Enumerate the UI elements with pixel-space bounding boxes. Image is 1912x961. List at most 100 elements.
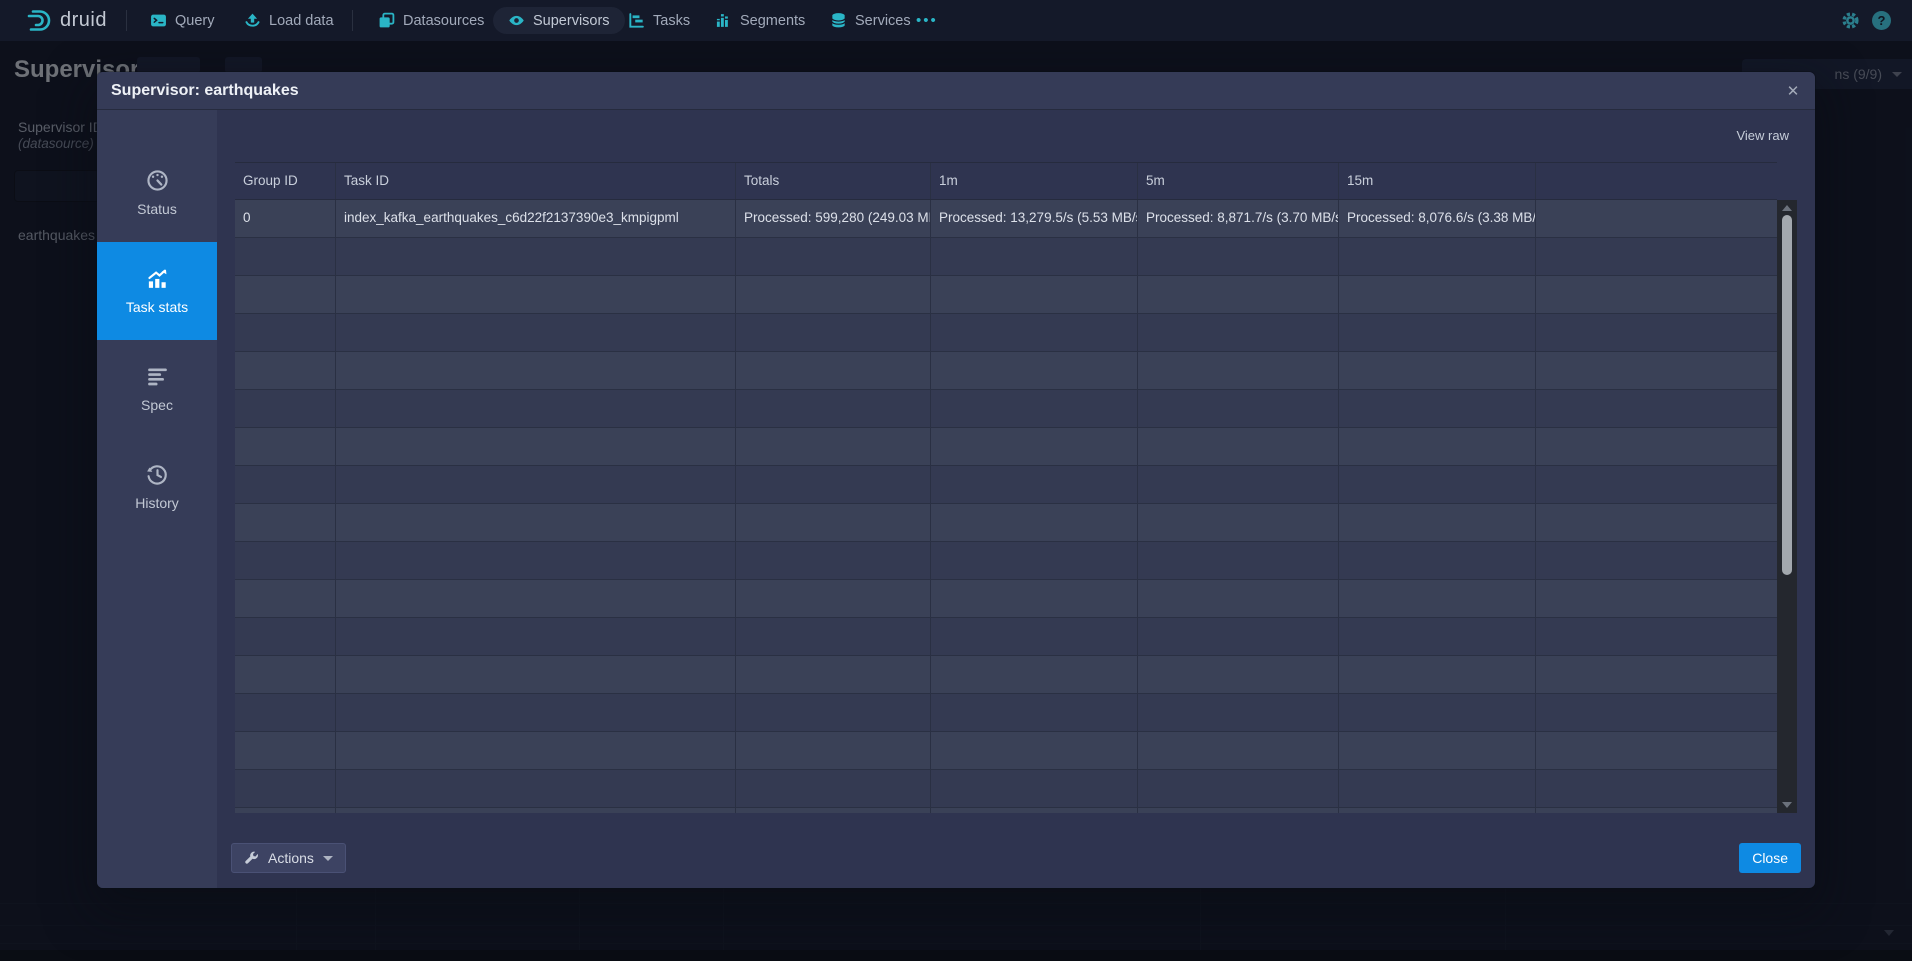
table-cell — [1339, 542, 1536, 579]
scrollbar-thumb[interactable] — [1782, 215, 1792, 575]
empty-row — [235, 770, 1777, 808]
close-icon[interactable]: ✕ — [1783, 81, 1803, 101]
tab-task-stats[interactable]: Task stats — [97, 242, 217, 340]
table-cell: Processed: 8,076.6/s (3.38 MB/s) — [1339, 200, 1536, 237]
view-raw-link[interactable]: View raw — [1736, 128, 1789, 143]
nav-item-supervisors[interactable]: Supervisors — [493, 7, 625, 34]
column-header-group-id: Group ID — [235, 163, 336, 199]
table-cell — [931, 694, 1138, 731]
table-cell: index_kafka_earthquakes_c6d22f2137390e3_… — [336, 200, 736, 237]
table-cell — [336, 770, 736, 807]
scroll-up-icon[interactable] — [1782, 205, 1792, 211]
tab-spec[interactable]: Spec — [97, 340, 217, 438]
help-button[interactable]: ? — [1872, 0, 1891, 41]
table-cell — [1536, 542, 1777, 579]
table-body: 0index_kafka_earthquakes_c6d22f2137390e3… — [235, 200, 1777, 813]
console-icon — [150, 12, 167, 29]
table-cell — [336, 656, 736, 693]
table-cell — [235, 428, 336, 465]
table-cell — [1138, 770, 1339, 807]
table-cell — [736, 428, 931, 465]
table-cell — [1339, 390, 1536, 427]
table-cell — [336, 732, 736, 769]
column-header-filler — [1536, 163, 1777, 199]
table-cell — [235, 352, 336, 389]
table-cell — [235, 732, 336, 769]
nav-item-label: Segments — [740, 13, 805, 29]
table-cell — [931, 276, 1138, 313]
nav-item-label: Datasources — [403, 13, 484, 29]
table-cell — [1138, 694, 1339, 731]
tab-label: Task stats — [126, 299, 188, 315]
table-cell — [736, 466, 931, 503]
empty-row — [235, 808, 1777, 813]
scroll-down-icon[interactable] — [1782, 802, 1792, 808]
nav-item-datasources[interactable]: Datasources — [378, 0, 484, 41]
empty-row — [235, 656, 1777, 694]
table-header-row: Group ID Task ID Totals 1m 5m 15m — [235, 162, 1777, 200]
eye-icon — [508, 12, 525, 29]
nav-more-button[interactable]: ••• — [916, 0, 938, 41]
close-button-label: Close — [1752, 850, 1788, 866]
table-cell — [336, 580, 736, 617]
table-cell — [1339, 694, 1536, 731]
table-cell — [931, 238, 1138, 275]
gear-icon — [1841, 11, 1860, 30]
tab-history[interactable]: History — [97, 438, 217, 536]
table-cell — [1138, 808, 1339, 813]
table-cell — [235, 618, 336, 655]
table-cell — [931, 314, 1138, 351]
table-cell — [1536, 694, 1777, 731]
druid-logo[interactable]: druid — [26, 7, 107, 34]
table-cell — [1339, 808, 1536, 813]
nav-item-load-data[interactable]: Load data — [244, 0, 334, 41]
empty-row — [235, 238, 1777, 276]
table-cell — [1138, 314, 1339, 351]
table-cell — [736, 656, 931, 693]
task-stats-row[interactable]: 0index_kafka_earthquakes_c6d22f2137390e3… — [235, 200, 1777, 238]
table-cell — [931, 656, 1138, 693]
tab-status[interactable]: Status — [97, 144, 217, 242]
table-cell — [1536, 504, 1777, 541]
table-cell — [1339, 352, 1536, 389]
table-cell — [235, 694, 336, 731]
table-cell — [1536, 200, 1777, 237]
table-cell — [1536, 618, 1777, 655]
table-cell — [1536, 390, 1777, 427]
table-cell: Processed: 13,279.5/s (5.53 MB/s) — [931, 200, 1138, 237]
table-cell — [1339, 314, 1536, 351]
gantt-icon — [628, 12, 645, 29]
empty-row — [235, 732, 1777, 770]
vertical-scrollbar[interactable] — [1777, 200, 1797, 813]
nav-item-query[interactable]: Query — [150, 0, 215, 41]
gauge-icon — [146, 169, 169, 192]
table-cell — [736, 618, 931, 655]
table-cell — [235, 808, 336, 813]
table-cell — [931, 618, 1138, 655]
close-button[interactable]: Close — [1739, 843, 1801, 873]
nav-item-label: Query — [175, 13, 215, 29]
dialog-tab-strip: Status Task stats Spe — [97, 110, 217, 888]
table-cell — [1138, 504, 1339, 541]
column-header-15m: 15m — [1339, 163, 1536, 199]
wrench-icon — [244, 851, 259, 866]
table-cell — [235, 656, 336, 693]
empty-row — [235, 314, 1777, 352]
table-cell — [235, 504, 336, 541]
nav-item-label: Load data — [269, 13, 334, 29]
nav-item-tasks[interactable]: Tasks — [628, 0, 690, 41]
table-cell — [1138, 276, 1339, 313]
table-cell — [1138, 390, 1339, 427]
table-cell — [235, 580, 336, 617]
actions-button[interactable]: Actions — [231, 843, 346, 873]
settings-button[interactable] — [1841, 0, 1860, 41]
nav-item-services[interactable]: Services — [830, 0, 911, 41]
empty-row — [235, 276, 1777, 314]
table-cell — [736, 808, 931, 813]
table-cell — [1138, 466, 1339, 503]
nav-item-segments[interactable]: Segments — [715, 0, 805, 41]
upload-icon — [244, 12, 261, 29]
table-cell — [931, 770, 1138, 807]
empty-row — [235, 390, 1777, 428]
table-cell — [736, 238, 931, 275]
